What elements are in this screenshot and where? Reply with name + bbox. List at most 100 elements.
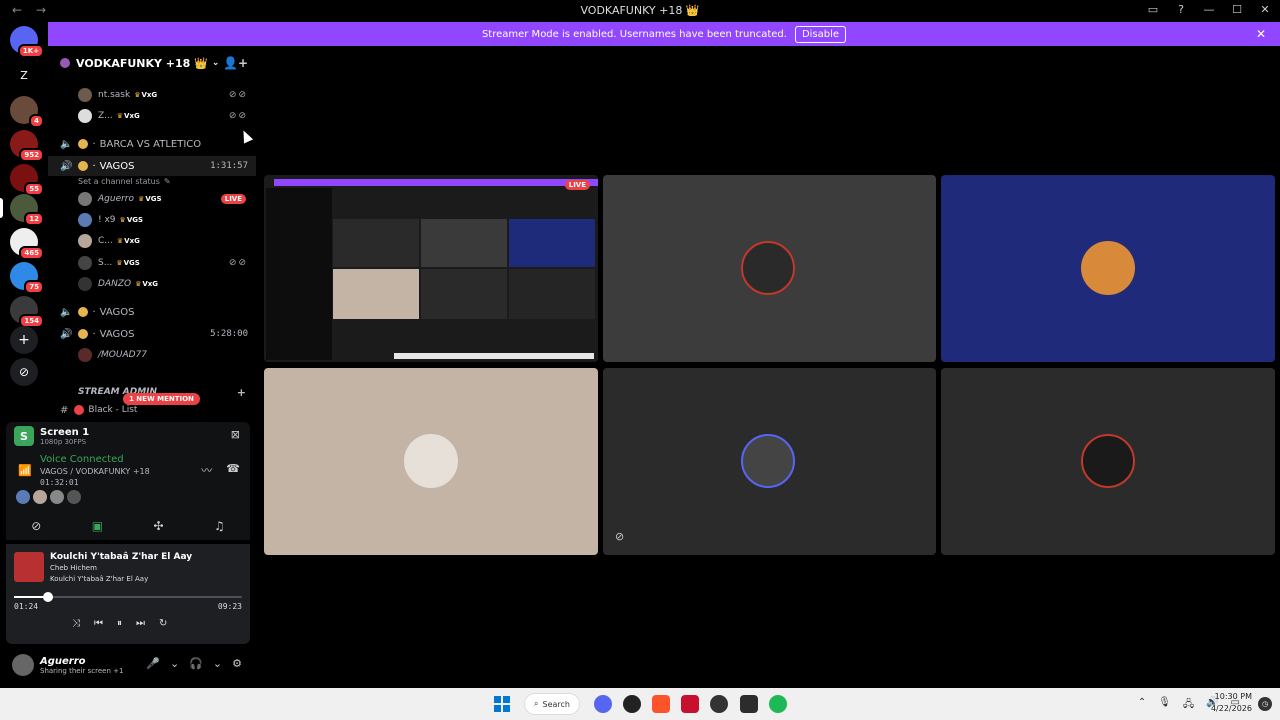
guild-icon[interactable]: Z <box>10 62 38 90</box>
avatar[interactable] <box>12 654 34 676</box>
avatar <box>78 88 92 102</box>
voice-connected-label[interactable]: Voice Connected <box>40 454 124 465</box>
repeat-icon[interactable]: ↻ <box>159 618 167 629</box>
voice-user[interactable]: nt.sask ♛VxG ⊘⊘ <box>48 86 256 104</box>
participant-tile[interactable] <box>603 175 936 362</box>
app-icon[interactable] <box>740 695 758 713</box>
spotify-app-icon[interactable] <box>769 695 787 713</box>
microphone-icon[interactable]: 🎤 <box>146 657 160 670</box>
network-icon[interactable]: 🖧 <box>1183 697 1194 714</box>
notification-center-icon[interactable]: ◷ <box>1258 697 1272 711</box>
microphone-icon[interactable]: 🎙 <box>1158 697 1171 714</box>
server-header[interactable]: VODKAFUNKY +18 👑 ⌄ 👤+ <box>48 46 256 80</box>
participant-tile[interactable] <box>264 368 598 555</box>
guild-folder-icon[interactable]: 154 <box>10 296 44 328</box>
stop-stream-icon[interactable]: ⊠ <box>231 428 240 441</box>
maximize-icon[interactable]: ☐ <box>1230 3 1244 17</box>
channel-timer: 5:28:00 <box>210 329 248 339</box>
soundboard-icon[interactable]: ♫ <box>214 519 225 533</box>
clan-tag: ♛VGS <box>116 259 140 267</box>
invite-people-icon[interactable]: 👤+ <box>223 56 248 70</box>
notification-badge: 1K+ <box>17 44 44 58</box>
activities-icon[interactable]: ✣ <box>154 519 164 533</box>
guild-icon[interactable]: 465 <box>10 228 44 260</box>
user-controls: 🎤 ⌄ 🎧 ⌄ ⚙ <box>146 657 242 670</box>
disable-streamer-mode-button[interactable]: Disable <box>794 25 847 43</box>
participant-tile[interactable] <box>941 368 1275 555</box>
connection-signal-icon[interactable]: 📶 <box>18 464 32 477</box>
settings-gear-icon[interactable]: ⚙ <box>232 657 242 670</box>
channel-emoji-icon <box>78 161 89 171</box>
participant-tile[interactable] <box>941 175 1275 362</box>
share-screen-icon[interactable]: ▣ <box>92 519 103 533</box>
voice-user[interactable]: ! x9 ♛VGS <box>48 211 256 229</box>
obs-app-icon[interactable] <box>710 695 728 713</box>
participant-tile[interactable]: ⊘ <box>603 368 936 555</box>
voice-user[interactable]: S... ♛VGS ⊘⊘ <box>48 254 256 272</box>
add-server-icon[interactable]: + <box>10 326 38 354</box>
voice-channel-barca[interactable]: 🔈 · BARCA VS ATLETICO <box>48 134 256 154</box>
camera-off-icon[interactable]: ⊘ <box>31 519 41 533</box>
voice-channel-vagos[interactable]: 🔈 · VAGOS <box>48 302 256 322</box>
voice-channel-vagos[interactable]: 🔊 · VAGOS 5:28:00 <box>48 324 256 344</box>
stream-tile[interactable]: LIVE <box>264 175 598 362</box>
headphones-icon[interactable]: 🎧 <box>189 657 203 670</box>
chevron-up-icon[interactable]: ⌃ <box>1138 697 1146 714</box>
inbox-icon[interactable]: ▭ <box>1146 3 1160 17</box>
disconnect-icon[interactable]: ☎ <box>226 462 240 478</box>
preview-tile <box>509 219 595 267</box>
guild-icon[interactable]: 952 <box>10 130 44 162</box>
avatar[interactable] <box>67 490 81 504</box>
user-name: /MOUAD77 <box>98 350 148 360</box>
close-banner-icon[interactable]: ✕ <box>1256 27 1266 41</box>
guild-icon[interactable]: 12 <box>10 194 44 226</box>
guild-icon[interactable]: 75 <box>10 262 44 294</box>
user-name: S... <box>98 258 113 268</box>
shuffle-icon[interactable]: ⤨ <box>72 618 80 629</box>
new-mention-pill[interactable]: 1 NEW MENTION <box>123 393 200 405</box>
screen-quality: 1080p 30FPS <box>40 437 87 446</box>
avatar[interactable] <box>16 490 30 504</box>
discover-icon[interactable]: ⊘ <box>10 358 38 386</box>
channel-status[interactable]: Set a channel status ✎ <box>48 175 256 187</box>
voice-user[interactable]: Aguerro ♛VGS LIVE <box>48 190 256 208</box>
user-name[interactable]: Aguerro <box>40 656 123 667</box>
track-progress-bar[interactable] <box>14 592 242 602</box>
avatar <box>741 241 795 295</box>
close-icon[interactable]: ✕ <box>1258 3 1272 17</box>
chevron-down-icon[interactable]: ⌄ <box>213 657 222 670</box>
screen-share-icon: S <box>14 426 34 446</box>
chevron-down-icon: ⌄ <box>211 58 220 68</box>
voice-channel-vagos-active[interactable]: 🔊 · VAGOS 1:31:57 <box>48 156 256 176</box>
taskbar-search[interactable]: ⌕ Search <box>524 693 580 715</box>
previous-icon[interactable]: ⏮ <box>94 618 103 629</box>
pause-icon[interactable]: ⏸ <box>117 618 122 629</box>
acrobat-app-icon[interactable] <box>681 695 699 713</box>
avatar[interactable] <box>50 490 64 504</box>
minimize-icon[interactable]: — <box>1202 3 1216 17</box>
voice-user[interactable]: C... ♛VxG <box>48 232 256 250</box>
brave-app-icon[interactable] <box>652 695 670 713</box>
chevron-down-icon[interactable]: ⌄ <box>170 657 179 670</box>
discord-home-icon[interactable]: 1K+ <box>10 26 44 58</box>
voice-user[interactable]: Z... ♛VxG ⊘⊘ <box>48 107 256 125</box>
noise-suppression-icon[interactable]: 〰 <box>201 462 212 478</box>
help-icon[interactable]: ? <box>1174 3 1188 17</box>
track-progress-knob[interactable] <box>43 592 54 602</box>
user-name: nt.sask <box>98 90 131 100</box>
voice-user[interactable]: DANZO ♛VxG <box>48 275 256 293</box>
avatar <box>78 213 92 227</box>
os-taskbar: ⌕ Search ⌃ 🎙 🖧 🔊 ▭ 10:30 PM 4/22/2026 ◷ <box>0 688 1280 720</box>
next-icon[interactable]: ⏭ <box>136 618 145 629</box>
add-channel-icon[interactable]: + <box>237 386 246 399</box>
preview-tile <box>333 269 419 319</box>
preview-tile <box>421 219 507 267</box>
windows-start-icon[interactable] <box>494 696 510 712</box>
discord-app-icon[interactable] <box>594 695 612 713</box>
voice-user[interactable]: /MOUAD77 <box>48 346 256 364</box>
browser-app-icon[interactable] <box>623 695 641 713</box>
avatar[interactable] <box>33 490 47 504</box>
taskbar-clock[interactable]: 10:30 PM 4/22/2026 <box>1211 691 1252 715</box>
guild-icon[interactable]: 4 <box>10 96 44 128</box>
guild-icon[interactable]: 55 <box>10 164 44 196</box>
